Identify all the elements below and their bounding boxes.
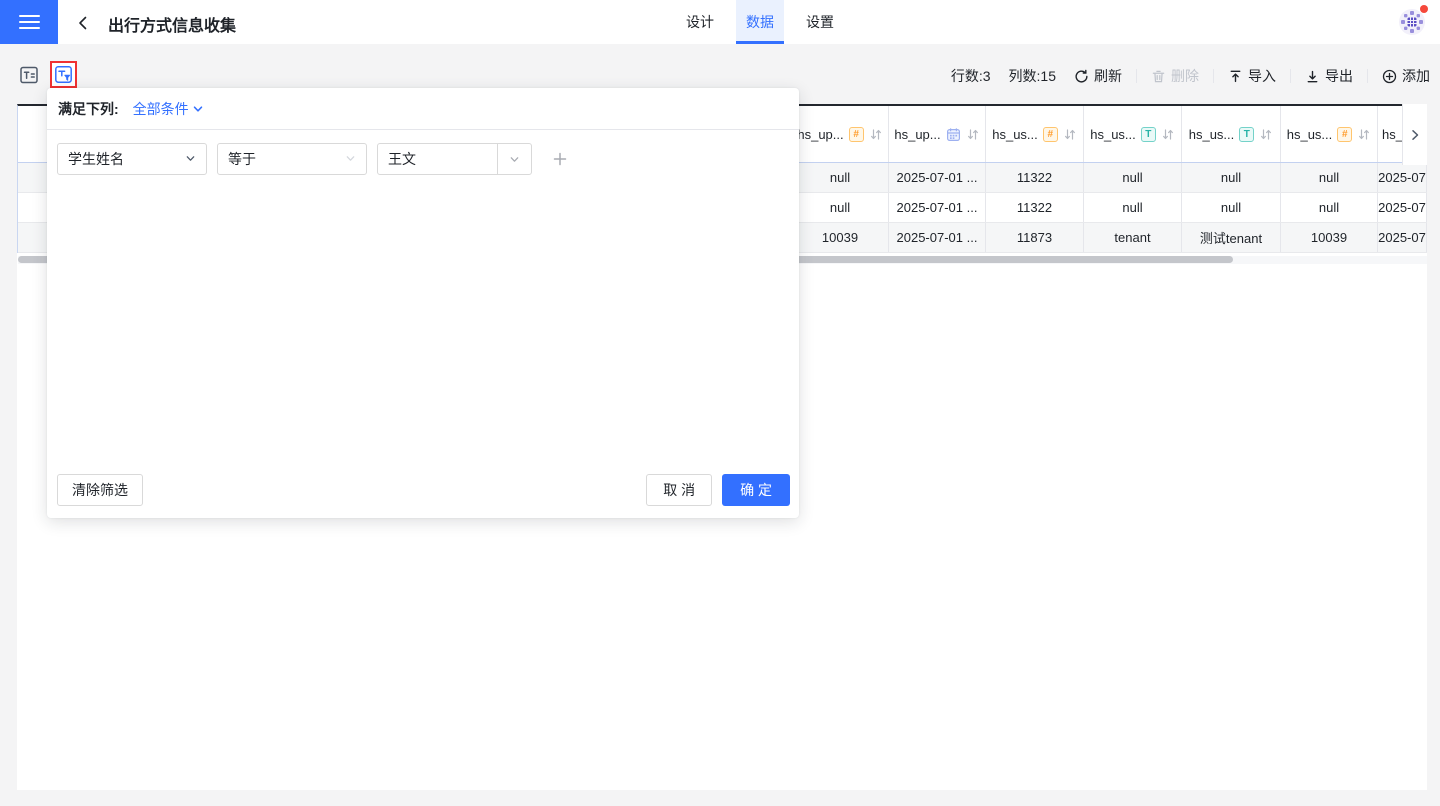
table-cell[interactable]: 10039 xyxy=(792,223,889,252)
top-bar: 出行方式信息收集 设计 数据 设置 xyxy=(0,0,1440,44)
operator-select[interactable]: 等于 xyxy=(217,143,367,175)
table-cell[interactable]: null xyxy=(1084,163,1182,192)
plus-icon xyxy=(552,151,568,167)
hamburger-icon xyxy=(19,27,40,30)
page-title: 出行方式信息收集 xyxy=(108,12,236,36)
cancel-button[interactable]: 取 消 xyxy=(646,474,712,506)
match-label: 满足下列: xyxy=(58,99,119,119)
add-condition-button[interactable] xyxy=(548,147,572,171)
text-filter-icon xyxy=(54,65,73,84)
table-cell[interactable]: 10039 xyxy=(1281,223,1378,252)
avatar[interactable] xyxy=(1398,8,1426,36)
trash-icon xyxy=(1151,69,1166,84)
column-header[interactable]: hs_us... T xyxy=(1084,106,1182,162)
chevron-down-icon xyxy=(185,153,196,164)
column-count: 列数:15 xyxy=(1009,66,1056,86)
table-cell[interactable]: null xyxy=(1281,193,1378,222)
table-cell[interactable]: null xyxy=(1182,163,1281,192)
table-cell[interactable]: 2025-07-01 ... xyxy=(889,193,986,222)
date-type-icon xyxy=(946,127,961,142)
number-type-icon: # xyxy=(1043,127,1058,142)
match-mode-dropdown[interactable]: 全部条件 xyxy=(133,99,204,119)
tab-data[interactable]: 数据 xyxy=(736,0,784,44)
sort-icon[interactable] xyxy=(869,128,883,141)
table-cell[interactable]: 2025-07 xyxy=(1378,163,1427,192)
value-select[interactable]: 王文 xyxy=(377,143,532,175)
row-count: 行数:3 xyxy=(951,66,991,86)
filter-popup-footer: 清除筛选 取 消 确 定 xyxy=(57,474,790,506)
sort-icon[interactable] xyxy=(966,128,980,141)
back-button[interactable] xyxy=(74,14,92,32)
delete-button[interactable]: 删除 xyxy=(1151,66,1199,86)
table-cell[interactable]: null xyxy=(1281,163,1378,192)
field-select[interactable]: 学生姓名 xyxy=(57,143,207,175)
divider xyxy=(1367,69,1368,83)
refresh-button[interactable]: 刷新 xyxy=(1074,66,1122,86)
field-display-button[interactable] xyxy=(17,63,41,87)
column-header[interactable]: hs_up... xyxy=(889,106,986,162)
hamburger-icon xyxy=(19,21,40,24)
table-cell[interactable]: 2025-07 xyxy=(1378,223,1427,252)
value-select-arrow[interactable] xyxy=(497,144,531,174)
table-view-toolbar-left xyxy=(17,61,77,88)
column-header[interactable]: hs_up... # xyxy=(792,106,889,162)
number-type-icon: # xyxy=(1337,127,1352,142)
chevron-left-icon xyxy=(74,14,92,32)
number-type-icon: # xyxy=(849,127,864,142)
notification-dot xyxy=(1420,5,1428,13)
table-cell[interactable]: null xyxy=(1084,193,1182,222)
filter-condition-row: 学生姓名 等于 王文 xyxy=(47,130,799,175)
table-cell[interactable]: 11322 xyxy=(986,193,1084,222)
table-cell[interactable]: null xyxy=(792,193,889,222)
chevron-right-icon xyxy=(1409,129,1421,141)
text-type-icon: T xyxy=(1239,127,1254,142)
sort-icon[interactable] xyxy=(1357,128,1371,141)
chevron-down-icon xyxy=(192,103,204,115)
table-view-toolbar-right: 行数:3 列数:15 刷新 删除 导入 导出 添加 xyxy=(951,58,1430,94)
export-button[interactable]: 导出 xyxy=(1305,66,1353,86)
table-cell[interactable]: tenant xyxy=(1084,223,1182,252)
filter-button-highlighted[interactable] xyxy=(50,61,77,88)
tab-settings[interactable]: 设置 xyxy=(796,0,844,44)
clear-filter-button[interactable]: 清除筛选 xyxy=(57,474,143,506)
table-cell[interactable]: 11873 xyxy=(986,223,1084,252)
import-button[interactable]: 导入 xyxy=(1228,66,1276,86)
table-cell[interactable]: 测试tenant xyxy=(1182,223,1281,252)
hamburger-menu-button[interactable] xyxy=(0,0,58,44)
table-cell[interactable]: 2025-07-01 ... xyxy=(889,163,986,192)
refresh-icon xyxy=(1074,69,1089,84)
table-cell[interactable]: null xyxy=(1182,193,1281,222)
table-cell[interactable]: 2025-07 xyxy=(1378,193,1427,222)
chevron-down-icon xyxy=(345,153,356,164)
confirm-button[interactable]: 确 定 xyxy=(722,474,790,506)
column-header[interactable]: hs_us... # xyxy=(1281,106,1378,162)
table-cell[interactable]: 11322 xyxy=(986,163,1084,192)
tab-design[interactable]: 设计 xyxy=(676,0,724,44)
table-cell[interactable]: null xyxy=(792,163,889,192)
sort-icon[interactable] xyxy=(1063,128,1077,141)
text-type-icon: T xyxy=(1141,127,1156,142)
text-field-icon xyxy=(18,64,40,86)
import-icon xyxy=(1228,69,1243,84)
column-header[interactable]: hs_us... T xyxy=(1182,106,1281,162)
column-header[interactable]: hs_us... # xyxy=(986,106,1084,162)
sort-icon[interactable] xyxy=(1161,128,1175,141)
filter-popup-header: 满足下列: 全部条件 xyxy=(47,88,799,130)
plus-circle-icon xyxy=(1382,69,1397,84)
chevron-down-icon xyxy=(509,154,520,165)
export-icon xyxy=(1305,69,1320,84)
filter-popup: 满足下列: 全部条件 学生姓名 等于 王文 清除筛选 取 消 确 定 xyxy=(47,88,799,518)
sort-icon[interactable] xyxy=(1259,128,1273,141)
hamburger-icon xyxy=(19,15,40,18)
table-cell[interactable]: 2025-07-01 ... xyxy=(889,223,986,252)
add-button[interactable]: 添加 xyxy=(1382,66,1430,86)
scroll-columns-right-button[interactable] xyxy=(1402,104,1427,165)
divider xyxy=(1290,69,1291,83)
view-tabs: 设计 数据 设置 xyxy=(676,0,856,44)
divider xyxy=(1213,69,1214,83)
divider xyxy=(1136,69,1137,83)
